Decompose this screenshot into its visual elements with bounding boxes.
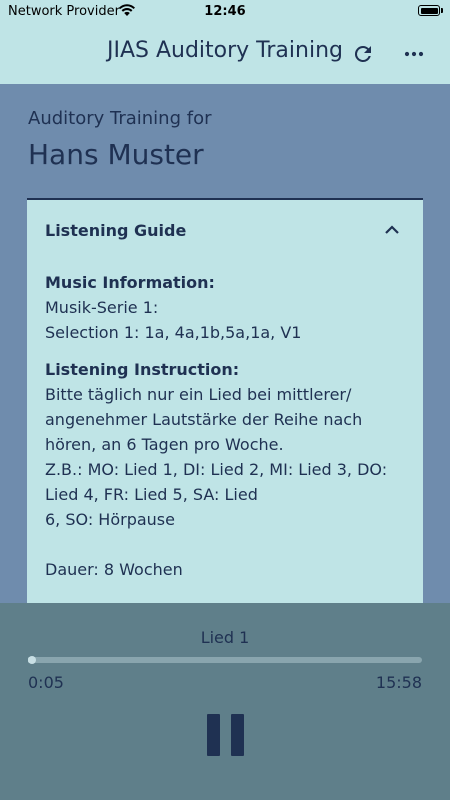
battery-cap: [441, 8, 443, 13]
instruction-line: 6, SO: Hörpause: [45, 510, 175, 529]
more-icon[interactable]: [402, 42, 426, 66]
total-time: 15:58: [375, 673, 422, 692]
app-header: Network Provider 12:46 JIAS Auditory Tra…: [0, 0, 450, 84]
listening-guide-header[interactable]: Listening Guide: [27, 200, 423, 260]
track-title: Lied 1: [200, 628, 250, 647]
page-subtitle: Auditory Training for: [28, 108, 212, 129]
instruction-line: Lied 4, FR: Lied 5, SA: Lied: [45, 485, 258, 504]
progress-thumb[interactable]: [28, 656, 36, 664]
instruction-line: angenehmer Lautstärke der Reihe nach: [45, 410, 363, 429]
app-title: JIAS Auditory Training: [106, 38, 343, 63]
instruction-heading: Listening Instruction:: [45, 360, 240, 379]
pause-icon[interactable]: [205, 714, 245, 756]
refresh-icon[interactable]: [351, 42, 375, 66]
listening-guide-panel: Listening Guide Music Information: Musik…: [27, 198, 423, 604]
instruction-line: Bitte täglich nur ein Lied bei mittlerer…: [45, 385, 352, 404]
music-info-line: Selection 1: 1a, 4a,1b,5a,1a, V1: [45, 323, 302, 342]
patient-name: Hans Muster: [28, 138, 204, 171]
progress-slider[interactable]: [28, 656, 422, 664]
music-info-heading: Music Information:: [45, 273, 215, 292]
listening-guide-body: Music Information: Musik-Serie 1: Select…: [45, 270, 415, 582]
status-time: 12:46: [204, 4, 246, 19]
status-bar: Network Provider 12:46: [0, 0, 450, 26]
music-info-line: Musik-Serie 1:: [45, 298, 159, 317]
instruction-line: hören, an 6 Tagen pro Woche.: [45, 435, 284, 454]
chevron-up-icon[interactable]: [383, 221, 401, 239]
audio-player: Lied 1 0:05 15:58: [0, 603, 450, 800]
duration-text: Dauer: 8 Wochen: [45, 560, 183, 579]
current-time: 0:05: [28, 673, 64, 692]
battery-icon: [418, 5, 440, 16]
instruction-line: Z.B.: MO: Lied 1, DI: Lied 2, MI: Lied 3…: [45, 460, 388, 479]
listening-guide-title: Listening Guide: [45, 221, 187, 240]
